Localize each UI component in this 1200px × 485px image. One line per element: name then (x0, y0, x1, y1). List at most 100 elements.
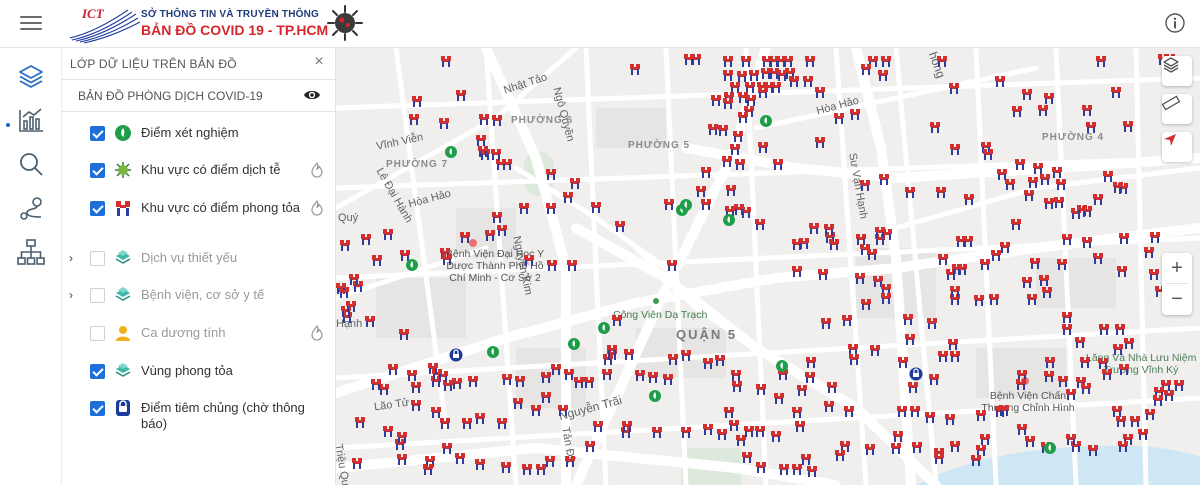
lockdown-marker-icon[interactable] (567, 260, 577, 271)
lockdown-marker-icon[interactable] (630, 64, 640, 75)
lockdown-marker-icon[interactable] (1011, 219, 1021, 230)
lockdown-marker-icon[interactable] (515, 376, 525, 387)
lockdown-marker-icon[interactable] (717, 429, 727, 440)
lockdown-marker-icon[interactable] (850, 109, 860, 120)
lockdown-marker-icon[interactable] (964, 194, 974, 205)
lockdown-marker-icon[interactable] (878, 70, 888, 81)
lockdown-marker-icon[interactable] (497, 225, 507, 236)
lockdown-marker-icon[interactable] (927, 318, 937, 329)
lockdown-marker-icon[interactable] (551, 364, 561, 375)
lockdown-marker-icon[interactable] (383, 426, 393, 437)
vaccine-marker-icon[interactable] (449, 348, 463, 362)
layers-icon[interactable] (1162, 56, 1192, 86)
lockdown-marker-icon[interactable] (703, 358, 713, 369)
lockdown-marker-icon[interactable] (731, 370, 741, 381)
lockdown-marker-icon[interactable] (462, 418, 472, 429)
lockdown-marker-icon[interactable] (409, 114, 419, 125)
test-site-marker-icon[interactable] (723, 214, 735, 226)
lockdown-marker-icon[interactable] (723, 56, 733, 67)
lockdown-marker-icon[interactable] (492, 115, 502, 126)
lockdown-marker-icon[interactable] (513, 398, 523, 409)
lockdown-marker-icon[interactable] (570, 178, 580, 189)
lockdown-marker-icon[interactable] (431, 407, 441, 418)
hierarchy-icon[interactable] (17, 238, 45, 266)
lockdown-marker-icon[interactable] (479, 114, 489, 125)
vaccine-marker-icon[interactable] (909, 367, 923, 381)
lockdown-marker-icon[interactable] (737, 71, 747, 82)
lockdown-marker-icon[interactable] (1062, 234, 1072, 245)
lockdown-marker-icon[interactable] (844, 406, 854, 417)
lockdown-marker-icon[interactable] (546, 203, 556, 214)
lockdown-marker-icon[interactable] (1038, 105, 1048, 116)
lockdown-marker-icon[interactable] (1028, 177, 1038, 188)
lockdown-marker-icon[interactable] (726, 185, 736, 196)
lockdown-marker-icon[interactable] (930, 122, 940, 133)
lockdown-marker-icon[interactable] (1102, 369, 1112, 380)
lockdown-marker-icon[interactable] (1066, 389, 1076, 400)
lockdown-marker-icon[interactable] (870, 345, 880, 356)
lockdown-marker-icon[interactable] (635, 370, 645, 381)
lockdown-marker-icon[interactable] (399, 329, 409, 340)
lockdown-marker-icon[interactable] (827, 382, 837, 393)
lockdown-marker-icon[interactable] (729, 420, 739, 431)
lockdown-marker-icon[interactable] (681, 350, 691, 361)
lockdown-marker-icon[interactable] (1062, 312, 1072, 323)
lockdown-marker-icon[interactable] (779, 464, 789, 475)
lockdown-marker-icon[interactable] (701, 199, 711, 210)
lockdown-marker-icon[interactable] (818, 269, 828, 280)
lockdown-marker-icon[interactable] (361, 234, 371, 245)
eye-icon[interactable] (303, 88, 321, 102)
lockdown-marker-icon[interactable] (756, 462, 766, 473)
lockdown-marker-icon[interactable] (1044, 93, 1054, 104)
lockdown-marker-icon[interactable] (801, 454, 811, 465)
lockdown-marker-icon[interactable] (411, 400, 421, 411)
lockdown-marker-icon[interactable] (564, 369, 574, 380)
lockdown-marker-icon[interactable] (795, 421, 805, 432)
lockdown-marker-icon[interactable] (792, 266, 802, 277)
layer-checkbox[interactable] (90, 364, 105, 379)
lockdown-marker-icon[interactable] (496, 159, 506, 170)
layer-checkbox[interactable] (90, 126, 105, 141)
layer-checkbox[interactable] (90, 163, 105, 178)
lockdown-marker-icon[interactable] (805, 56, 815, 67)
lockdown-marker-icon[interactable] (905, 334, 915, 345)
layer-group-header[interactable]: BẢN ĐỒ PHÒNG DỊCH COVID-19 (62, 80, 335, 112)
lockdown-marker-icon[interactable] (652, 427, 662, 438)
lockdown-marker-icon[interactable] (558, 405, 568, 416)
heatmap-toggle-icon[interactable] (310, 162, 324, 178)
lockdown-marker-icon[interactable] (744, 426, 754, 437)
lockdown-marker-icon[interactable] (733, 131, 743, 142)
lockdown-marker-icon[interactable] (1174, 380, 1184, 391)
lockdown-marker-icon[interactable] (1123, 121, 1133, 132)
lockdown-marker-icon[interactable] (593, 421, 603, 432)
lockdown-marker-icon[interactable] (809, 223, 819, 234)
lockdown-marker-icon[interactable] (742, 452, 752, 463)
lockdown-marker-icon[interactable] (799, 238, 809, 249)
lockdown-marker-icon[interactable] (1081, 383, 1091, 394)
lockdown-marker-icon[interactable] (749, 70, 759, 81)
lockdown-marker-icon[interactable] (541, 372, 551, 383)
ruler-icon[interactable] (1162, 94, 1192, 124)
lockdown-marker-icon[interactable] (1082, 237, 1092, 248)
lockdown-marker-icon[interactable] (591, 202, 601, 213)
lockdown-marker-icon[interactable] (1112, 406, 1122, 417)
lockdown-marker-icon[interactable] (980, 434, 990, 445)
chevron-right-icon[interactable]: › (69, 251, 73, 265)
lockdown-marker-icon[interactable] (456, 90, 466, 101)
lockdown-marker-icon[interactable] (519, 203, 529, 214)
lockdown-marker-icon[interactable] (1153, 395, 1163, 406)
lockdown-marker-icon[interactable] (718, 125, 728, 136)
lockdown-marker-icon[interactable] (730, 144, 740, 155)
lockdown-marker-icon[interactable] (1144, 247, 1154, 258)
lockdown-marker-icon[interactable] (1149, 269, 1159, 280)
test-site-marker-icon[interactable] (1044, 442, 1056, 454)
lockdown-marker-icon[interactable] (849, 354, 859, 365)
lockdown-marker-icon[interactable] (1016, 379, 1026, 390)
lockdown-marker-icon[interactable] (893, 431, 903, 442)
lockdown-marker-icon[interactable] (681, 427, 691, 438)
lockdown-marker-icon[interactable] (848, 344, 858, 355)
lockdown-marker-icon[interactable] (912, 442, 922, 453)
heatmap-toggle-icon[interactable] (310, 200, 324, 216)
lockdown-marker-icon[interactable] (950, 351, 960, 362)
lockdown-marker-icon[interactable] (441, 56, 451, 67)
